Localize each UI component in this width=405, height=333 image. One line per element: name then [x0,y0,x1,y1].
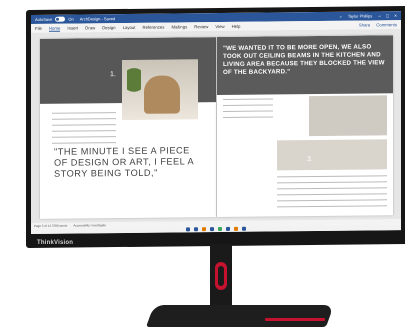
monitor-stand-base [145,305,335,327]
banner-quote: "WE WANTED IT TO BE MORE OPEN, WE ALSO T… [223,43,385,76]
tab-view[interactable]: View [215,24,224,29]
minimize-icon[interactable]: – [378,13,381,19]
monitor-stand-neck [210,244,232,314]
comments-button[interactable]: Comments [376,22,397,27]
cable-management-hole [215,262,227,290]
autosave-label: AutoSave [35,16,53,22]
body-text-right [277,175,387,211]
toggle-icon[interactable] [55,16,66,22]
file-explorer-icon[interactable] [202,227,206,232]
edge-icon[interactable] [210,227,214,232]
store-icon[interactable] [218,226,222,232]
document-title: ArchDesign - Saved [79,16,116,22]
tab-review[interactable]: Review [194,24,208,29]
close-icon[interactable]: × [394,13,397,19]
body-text [52,112,116,147]
autosave-toggle[interactable]: AutoSave On [35,17,74,22]
tab-home[interactable]: Home [48,25,61,32]
tab-references[interactable]: References [142,25,164,30]
sidebar-text [223,98,273,121]
interior-photo [122,59,198,121]
word-icon[interactable] [226,226,230,231]
chair-image [144,75,180,114]
base-accent [265,318,325,321]
share-button[interactable]: Share [359,22,370,27]
outlook-icon[interactable] [234,226,238,231]
tab-help[interactable]: Help [232,24,241,29]
section-number: 1. [110,71,116,79]
section-number-3: 3. [307,156,313,164]
room-photo [309,95,387,137]
tab-draw[interactable]: Draw [85,25,95,30]
document-canvas[interactable]: 1. "THE MINUTE I SEE A PIECE OF DESIGN O… [31,29,401,223]
search-taskbar-icon[interactable] [194,227,198,232]
tab-design[interactable]: Design [102,25,115,30]
tab-layout[interactable]: Layout [123,25,136,30]
window-controls: – □ × [378,13,397,19]
tab-file[interactable]: File [35,26,42,31]
screen: AutoSave On ArchDesign - Saved ⌕ Taylor … [31,11,401,234]
tab-insert[interactable]: Insert [67,26,78,31]
document-page-left[interactable]: 1. "THE MINUTE I SEE A PIECE OF DESIGN O… [40,37,216,219]
start-icon[interactable] [186,227,190,232]
document-page-right[interactable]: "WE WANTED IT TO BE MORE OPEN, WE ALSO T… [217,35,393,218]
user-name[interactable]: Taylor Phillips [348,13,372,18]
maximize-icon[interactable]: □ [386,13,389,19]
plant-image [127,67,141,108]
search-icon[interactable]: ⌕ [340,14,342,19]
living-room-photo [277,139,387,171]
brand-logo: ThinkVision [37,240,74,246]
pull-quote: "THE MINUTE I SEE A PIECE OF DESIGN OR A… [54,145,194,179]
teams-icon[interactable] [242,226,246,231]
autosave-state: On [68,16,74,22]
tab-mailings[interactable]: Mailings [171,24,187,29]
